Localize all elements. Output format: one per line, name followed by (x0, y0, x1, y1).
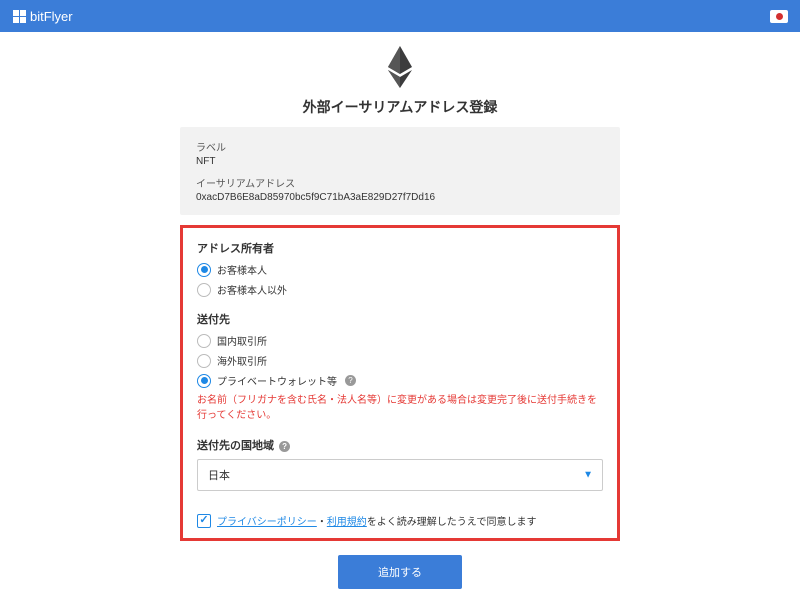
destination-section: 送付先 国内取引所 海外取引所 プライベートウォレット等 ? お名前（フリガナを… (197, 311, 603, 423)
brand-name: bitFlyer (30, 9, 73, 24)
owner-option-label: お客様本人以外 (217, 282, 287, 297)
destination-option-label: プライベートウォレット等 (217, 373, 337, 388)
name-change-warning: お名前（フリガナを含む氏名・法人名等）に変更がある場合は変更完了後に送付手続きを… (197, 393, 603, 423)
brand-logo[interactable]: bitFlyer (12, 9, 73, 24)
consent-suffix: をよく読み理解したうえで同意します (367, 517, 537, 528)
owner-option-other[interactable]: お客様本人以外 (197, 282, 603, 297)
owner-option-self[interactable]: お客様本人 (197, 262, 603, 277)
destination-option-domestic[interactable]: 国内取引所 (197, 333, 603, 348)
destination-option-private-wallet[interactable]: プライベートウォレット等 ? (197, 373, 603, 388)
radio-icon (197, 334, 211, 348)
owner-option-label: お客様本人 (217, 262, 267, 277)
country-select[interactable]: 日本 (197, 459, 603, 491)
radio-icon (197, 374, 211, 388)
owner-title: アドレス所有者 (197, 240, 603, 256)
country-section: 送付先の国地域 ? 日本 ▼ (197, 437, 603, 491)
destination-title: 送付先 (197, 311, 603, 327)
country-title: 送付先の国地域 ? (197, 437, 603, 453)
label-value: NFT (196, 156, 604, 167)
ethereum-icon (387, 46, 413, 88)
consent-text: プライバシーポリシー・利用規約をよく読み理解したうえで同意します (217, 513, 537, 528)
address-title: イーサリアムアドレス (196, 175, 604, 190)
form-highlight-box: アドレス所有者 お客様本人 お客様本人以外 送付先 国内取引所 海外取引所 (180, 225, 620, 541)
consent-checkbox[interactable] (197, 514, 211, 528)
radio-icon (197, 263, 211, 277)
destination-option-label: 国内取引所 (217, 333, 267, 348)
consent-row: プライバシーポリシー・利用規約をよく読み理解したうえで同意します (197, 505, 603, 528)
country-title-text: 送付先の国地域 (197, 440, 274, 452)
destination-option-overseas[interactable]: 海外取引所 (197, 353, 603, 368)
privacy-policy-link[interactable]: プライバシーポリシー (217, 517, 317, 528)
app-header: bitFlyer (0, 0, 800, 32)
page-title: 外部イーサリアムアドレス登録 (180, 97, 620, 117)
terms-link[interactable]: 利用規約 (327, 517, 367, 528)
summary-box: ラベル NFT イーサリアムアドレス 0xacD7B6E8aD85970bc5f… (180, 127, 620, 215)
destination-option-label: 海外取引所 (217, 353, 267, 368)
label-title: ラベル (196, 139, 604, 154)
flag-dot-icon (776, 13, 783, 20)
radio-icon (197, 354, 211, 368)
help-icon[interactable]: ? (345, 375, 356, 386)
consent-sep: ・ (317, 517, 327, 528)
owner-section: アドレス所有者 お客様本人 お客様本人以外 (197, 240, 603, 297)
country-select-wrap: 日本 ▼ (197, 459, 603, 491)
submit-button[interactable]: 追加する (338, 555, 462, 589)
radio-icon (197, 283, 211, 297)
logo-icon (12, 9, 26, 23)
address-value: 0xacD7B6E8aD85970bc5f9C71bA3aE829D27f7Dd… (196, 192, 604, 203)
main-container: 外部イーサリアムアドレス登録 ラベル NFT イーサリアムアドレス 0xacD7… (180, 32, 620, 609)
help-icon[interactable]: ? (279, 441, 290, 452)
hero: 外部イーサリアムアドレス登録 (180, 46, 620, 117)
locale-flag-jp[interactable] (770, 10, 788, 23)
